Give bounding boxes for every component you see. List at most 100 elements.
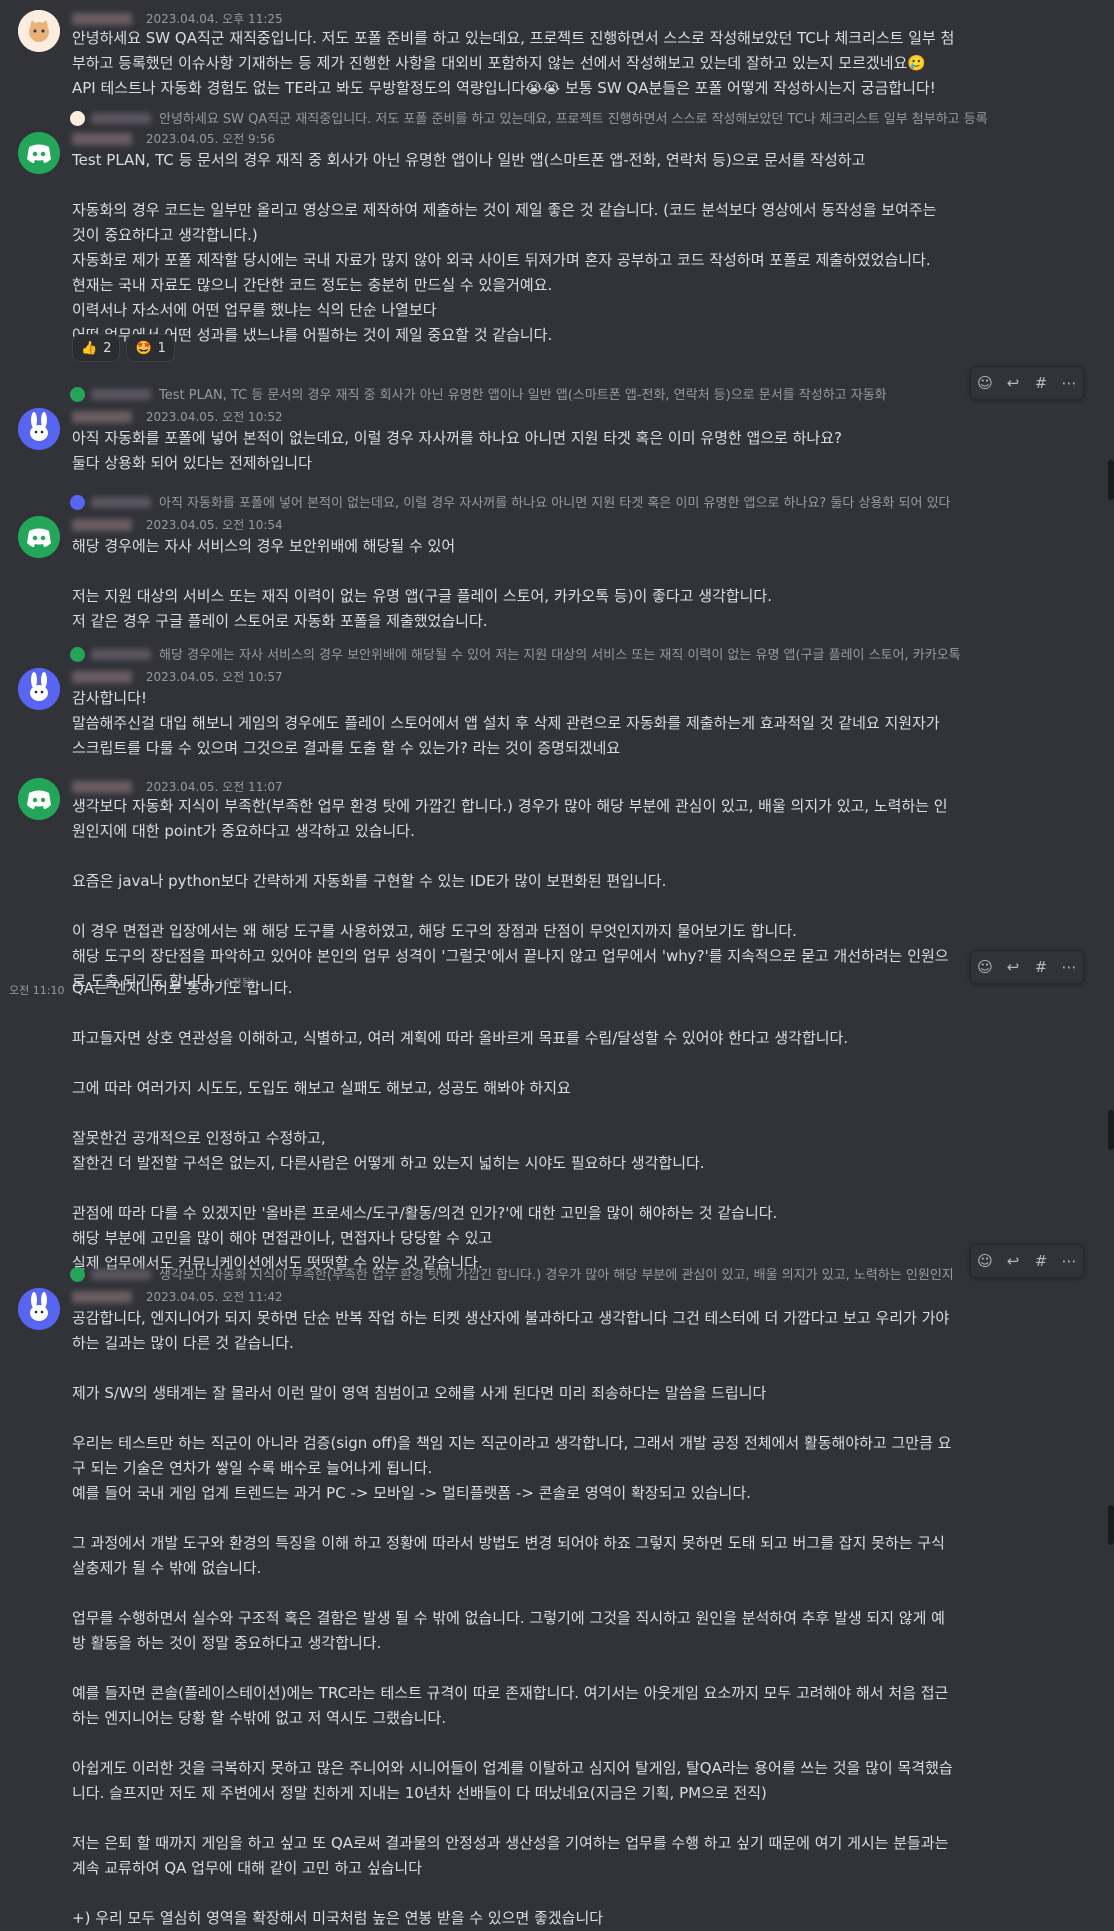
user-avatar[interactable] — [18, 516, 60, 558]
user-avatar[interactable] — [18, 132, 60, 174]
message-line: 저 같은 경우 구글 플레이 스토어로 자동화 포폴을 제출했었습니다. — [72, 612, 488, 630]
message-line: 부하고 등록했던 이슈사항 기재하는 등 제가 진행한 사항을 대외비 포함하지… — [72, 54, 926, 72]
reply-username — [91, 649, 151, 660]
message-line: 아쉽게도 이러한 것을 극복하지 못하고 많은 주니어와 시니어들이 업계를 이… — [72, 1759, 953, 1777]
reaction-star-struck[interactable]: 🤩 1 — [126, 334, 175, 362]
message-line: 잘못한건 공개적으로 인정하고 수정하고, — [72, 1129, 326, 1147]
message-line: QA는 엔지니어로 통하기도 합니다. — [72, 979, 293, 997]
discord-logo-icon — [18, 778, 60, 820]
gutter-timestamp[interactable]: 오전 11:10 — [9, 982, 64, 998]
message-line: 이력서나 자소서에 어떤 업무를 했냐는 식의 단순 나열보다 — [72, 301, 437, 319]
create-thread-icon[interactable]: # — [1030, 956, 1052, 978]
message-line: 계속 교류하여 QA 업무에 대해 같이 고민 하고 싶습니다 — [72, 1859, 423, 1877]
chat-message: Test PLAN, TC 등 문서의 경우 재직 중 회사가 아닌 유명한 앱… — [0, 382, 1114, 482]
reply-preview[interactable]: 생각보다 자동화 지식이 부족한(부족한 업무 환경 탓에 가깝긴 합니다.) … — [70, 1264, 1030, 1288]
message-header: 2023.04.05. 오전 9:56 — [72, 130, 275, 150]
message-timestamp[interactable]: 2023.04.05. 오전 10:57 — [146, 670, 283, 684]
message-line: 예를 들어 국내 게임 업계 트렌드는 과거 PC -> 모바일 -> 멀티플랫… — [72, 1484, 751, 1502]
message-timestamp[interactable]: 2023.04.05. 오전 11:07 — [146, 780, 283, 794]
message-content: QA는 엔지니어로 통하기도 합니다. 파고들자면 상호 연관성을 이해하고, … — [72, 976, 1074, 1276]
message-line: 하는 엔지니어는 당황 할 수밖에 없고 저 역시도 그랬습니다. — [72, 1709, 447, 1727]
username[interactable] — [72, 1291, 132, 1303]
message-line: 말씀해주신걸 대입 해보니 게임의 경우에도 플레이 스토어에서 앱 설치 후 … — [72, 714, 940, 732]
reply-avatar — [70, 1267, 85, 1282]
reply-preview[interactable]: Test PLAN, TC 등 문서의 경우 재직 중 회사가 아닌 유명한 앱… — [70, 384, 1070, 408]
message-line: 그에 따라 여러가지 시도도, 도입도 해보고 실패도 해보고, 성공도 해봐야… — [72, 1079, 571, 1097]
chat-message: 해당 경우에는 자사 서비스의 경우 보안위배에 해당될 수 있어 저는 지원 … — [0, 642, 1114, 772]
message-line: 해당 부분에 고민을 많이 해야 면접관이나, 면접자나 당당할 수 있고 — [72, 1229, 493, 1247]
message-content: Test PLAN, TC 등 문서의 경우 재직 중 회사가 아닌 유명한 앱… — [72, 148, 1074, 348]
message-content: 안녕하세요 SW QA직군 재직중입니다. 저도 포폴 준비를 하고 있는데요,… — [72, 26, 1074, 101]
reply-text: 아직 자동화를 포폴에 넣어 본적이 없는데요, 이럴 경우 자사꺼를 하나요 … — [159, 496, 951, 511]
add-reaction-icon[interactable]: ☺ — [974, 956, 996, 978]
username[interactable] — [72, 519, 132, 531]
message-header: 2023.04.05. 오전 11:42 — [72, 1288, 283, 1308]
reply-avatar — [70, 495, 85, 510]
message-content: 해당 경우에는 자사 서비스의 경우 보안위배에 해당될 수 있어 저는 지원 … — [72, 534, 1074, 634]
message-header: 2023.04.05. 오전 10:52 — [72, 408, 283, 428]
chat-message: 안녕하세요 SW QA직군 재직중입니다. 저도 포폴 준비를 하고 있는데요,… — [0, 104, 1114, 364]
message-line: 우리는 테스트만 하는 직군이 아니라 검증(sign off)을 책임 지는 … — [72, 1434, 952, 1452]
bunny-avatar-icon — [18, 668, 60, 710]
message-line: 살충제가 될 수 밖에 없습니다. — [72, 1559, 262, 1577]
message-line: 공감합니다, 엔지니어가 되지 못하면 단순 반복 작업 하는 티켓 생산자에 … — [72, 1309, 950, 1327]
message-line: 그 과정에서 개발 도구와 환경의 특징을 이해 하고 정황에 따라서 방법도 … — [72, 1534, 945, 1552]
chat-message: 2023.04.04. 오후 11:25 안녕하세요 SW QA직군 재직중입니… — [0, 0, 1114, 100]
user-avatar[interactable] — [18, 668, 60, 710]
reaction-count: 1 — [157, 340, 166, 356]
message-line: 잘한건 더 발전할 구석은 없는지, 다른사람은 어떻게 하고 있는지 넓히는 … — [72, 1154, 705, 1172]
message-line: 해당 도구의 장단점을 파악하고 있어야 본인의 업무 성격이 '그럴굿'에서 … — [72, 947, 949, 965]
user-avatar[interactable] — [18, 778, 60, 820]
chat-message: 생각보다 자동화 지식이 부족한(부족한 업무 환경 탓에 가깝긴 합니다.) … — [0, 1262, 1114, 1927]
reaction-thumbs-up[interactable]: 👍 2 — [72, 334, 121, 362]
message-line: 파고들자면 상호 연관성을 이해하고, 식별하고, 여러 계획에 따라 올바르게… — [72, 1029, 849, 1047]
reply-text: 해당 경우에는 자사 서비스의 경우 보안위배에 해당될 수 있어 저는 지원 … — [159, 648, 961, 663]
chat-message: 2023.04.05. 오전 11:07 생각보다 자동화 지식이 부족한(부족… — [0, 776, 1114, 990]
message-line: 저는 지원 대상의 서비스 또는 재직 이력이 없는 유명 앱(구글 플레이 스… — [72, 587, 772, 605]
message-line: 제가 S/W의 생태계는 잘 몰라서 이런 말이 영역 침범이고 오해를 사게 … — [72, 1384, 767, 1402]
message-timestamp[interactable]: 2023.04.04. 오후 11:25 — [146, 12, 283, 26]
user-avatar[interactable] — [18, 10, 60, 52]
username[interactable] — [72, 671, 132, 683]
user-avatar[interactable] — [18, 408, 60, 450]
reply-text: 안녕하세요 SW QA직군 재직중입니다. 저도 포폴 준비를 하고 있는데요,… — [159, 112, 988, 127]
username[interactable] — [72, 781, 132, 793]
reaction-count: 2 — [103, 340, 112, 356]
message-line: 요즘은 java나 python보다 간략하게 자동화를 구현할 수 있는 ID… — [72, 872, 667, 890]
username[interactable] — [72, 133, 132, 145]
message-line: 스크립트를 다룰 수 있으며 그것으로 결과를 도출 할 수 있는가? 라는 것… — [72, 739, 621, 757]
reply-username — [91, 113, 151, 124]
reply-preview[interactable]: 아직 자동화를 포폴에 넣어 본적이 없는데요, 이럴 경우 자사꺼를 하나요 … — [70, 492, 1070, 516]
reply-icon[interactable]: ↩ — [1002, 956, 1024, 978]
star-struck-icon: 🤩 — [135, 340, 152, 356]
message-line: 자동화로 제가 포폴 제작할 당시에는 국내 자료가 많지 않아 외국 사이트 … — [72, 251, 931, 269]
message-timestamp[interactable]: 2023.04.05. 오전 9:56 — [146, 132, 275, 146]
message-line: 니다. 슬프지만 저도 제 주변에서 정말 친하게 지내는 10년차 선배들이 … — [72, 1784, 767, 1802]
message-timestamp[interactable]: 2023.04.05. 오전 10:52 — [146, 410, 283, 424]
message-line: API 테스트나 자동화 경험도 없는 TE라고 봐도 무방할정도의 역량입니다… — [72, 79, 936, 97]
reply-avatar — [70, 111, 85, 126]
message-content: 아직 자동화를 포폴에 넣어 본적이 없는데요, 이럴 경우 자사꺼를 하나요 … — [72, 426, 1074, 476]
bunny-avatar-icon — [18, 1288, 60, 1330]
message-line: 하는 길과는 많이 다른 것 같습니다. — [72, 1334, 294, 1352]
message-line: 해당 경우에는 자사 서비스의 경우 보안위배에 해당될 수 있어 — [72, 537, 456, 555]
message-content: 생각보다 자동화 지식이 부족한(부족한 업무 환경 탓에 가깝긴 합니다.) … — [72, 794, 1074, 996]
message-timestamp[interactable]: 2023.04.05. 오전 10:54 — [146, 518, 283, 532]
reply-preview[interactable]: 해당 경우에는 자사 서비스의 경우 보안위배에 해당될 수 있어 저는 지원 … — [70, 644, 1070, 668]
message-line: 업무를 수행하면서 실수와 구조적 혹은 결함은 발생 될 수 밖에 없습니다.… — [72, 1609, 945, 1627]
message-timestamp[interactable]: 2023.04.05. 오전 11:42 — [146, 1290, 283, 1304]
username[interactable] — [72, 411, 132, 423]
message-line: 안녕하세요 SW QA직군 재직중입니다. 저도 포폴 준비를 하고 있는데요,… — [72, 29, 955, 47]
message-line: 현재는 국내 자료도 많으니 간단한 코드 정도는 충분히 만드실 수 있을거예… — [72, 276, 553, 294]
username[interactable] — [72, 13, 132, 25]
more-icon[interactable]: ⋯ — [1058, 956, 1080, 978]
message-line: +) 우리 모두 열심히 영역을 확장해서 미국처럼 높은 연봉 받을 수 있으… — [72, 1909, 604, 1927]
discord-logo-icon — [18, 516, 60, 558]
message-line: 아직 자동화를 포폴에 넣어 본적이 없는데요, 이럴 경우 자사꺼를 하나요 … — [72, 429, 842, 447]
message-header: 2023.04.05. 오전 10:54 — [72, 516, 283, 536]
message-line: 원인지에 대한 point가 중요하다고 생각하고 있습니다. — [72, 822, 415, 840]
user-avatar[interactable] — [18, 1288, 60, 1330]
reply-preview[interactable]: 안녕하세요 SW QA직군 재직중입니다. 저도 포폴 준비를 하고 있는데요,… — [70, 108, 1070, 132]
message-line: 저는 은퇴 할 때까지 게임을 하고 싶고 또 QA로써 결과물의 안정성과 생… — [72, 1834, 949, 1852]
discord-logo-icon — [18, 132, 60, 174]
